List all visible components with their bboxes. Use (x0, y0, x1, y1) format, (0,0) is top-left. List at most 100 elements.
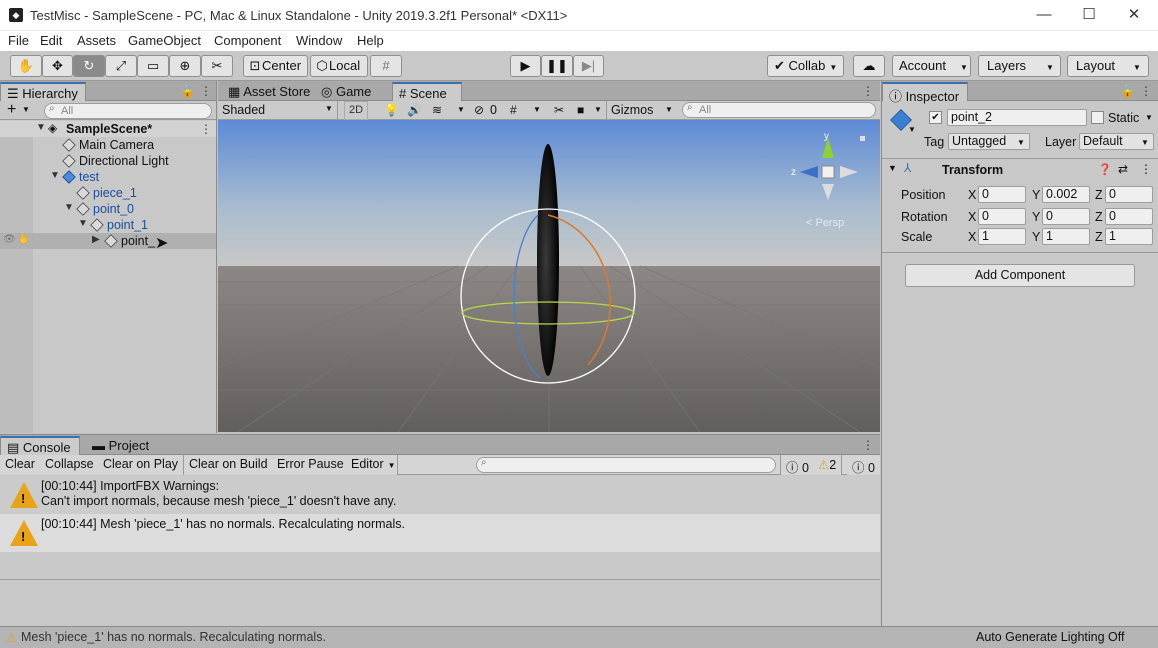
pause-button[interactable]: ❚❚ (541, 55, 573, 77)
hierarchy-search-input[interactable]: All (44, 103, 212, 119)
projection-label[interactable]: < Persp (806, 217, 844, 229)
effects-toggle-icon[interactable]: ≋ (432, 103, 442, 117)
kebab-menu-icon[interactable]: ⋮ (1140, 162, 1152, 176)
clear-button[interactable]: Clear (0, 455, 41, 475)
hierarchy-row-point-2[interactable]: 👁 ✋ ▶ point_ ➤ (0, 233, 216, 252)
menu-file[interactable]: File (8, 33, 29, 48)
maximize-button[interactable]: ☐ (1066, 2, 1112, 30)
chevron-down-icon[interactable]: ▼ (888, 163, 897, 173)
scene-viewport[interactable]: y z < Persp (218, 120, 880, 432)
shading-mode-dropdown[interactable]: Shaded ▼ (218, 101, 338, 120)
2d-toggle[interactable]: 2D (344, 101, 368, 120)
hand-tool-button[interactable]: ✋ (10, 55, 42, 77)
scale-x-field[interactable]: 1 (978, 228, 1026, 245)
tab-asset-store[interactable]: ▦ Asset Store (222, 82, 316, 101)
layer-dropdown[interactable]: Default ▼ (1079, 133, 1154, 150)
collab-dropdown[interactable]: ✔ Collab ▼ (767, 55, 844, 77)
tab-inspector[interactable]: ⓘ Inspector (882, 82, 968, 104)
play-button[interactable]: ▶ (510, 55, 541, 77)
chevron-down-icon[interactable]: ▼ (594, 105, 602, 114)
kebab-menu-icon[interactable]: ⋮ (862, 438, 874, 452)
lighting-status[interactable]: Auto Generate Lighting Off (976, 630, 1124, 644)
hierarchy-row-point-1[interactable]: ▼ point_1 (0, 217, 216, 233)
editor-dropdown[interactable]: Editor ▼ (346, 455, 398, 475)
clear-on-build-button[interactable]: Clear on Build (184, 455, 274, 475)
audio-toggle-icon[interactable]: 🔊 (407, 103, 422, 117)
pivot-local-button[interactable]: ⬡Local (310, 55, 368, 77)
object-name-input[interactable]: point_2 (947, 109, 1087, 126)
grid-snap-button[interactable]: # (370, 55, 402, 77)
chevron-down-icon[interactable]: ▼ (64, 202, 74, 213)
tab-project[interactable]: ▬ Project (86, 436, 155, 455)
eye-icon[interactable]: 👁 (3, 234, 16, 245)
hierarchy-row-directional-light[interactable]: Directional Light (0, 153, 216, 169)
rotate-tool-button[interactable]: ↻ (73, 55, 105, 77)
rotation-z-field[interactable]: 0 (1105, 208, 1153, 225)
position-y-field[interactable]: 0.002 (1042, 186, 1090, 203)
scale-tool-button[interactable]: ⤢ (105, 55, 137, 77)
error-filter-toggle[interactable]: ⓘ 0 (847, 455, 880, 475)
layout-dropdown[interactable]: Layout ▼ (1067, 55, 1149, 77)
menu-component[interactable]: Component (214, 33, 281, 48)
position-x-field[interactable]: 0 (978, 186, 1026, 203)
chevron-down-icon[interactable]: ▼ (50, 170, 60, 181)
console-search-input[interactable] (476, 457, 776, 473)
grid-toggle-icon[interactable]: # (510, 103, 517, 117)
tools-icon[interactable]: ✂ (554, 103, 564, 117)
chevron-right-icon[interactable]: ▶ (92, 234, 100, 245)
tab-scene[interactable]: # Scene (392, 82, 462, 101)
step-button[interactable]: ▶| (573, 55, 604, 77)
error-pause-button[interactable]: Error Pause (272, 455, 350, 475)
warning-filter-toggle[interactable]: ⚠2 (813, 455, 843, 475)
tab-game[interactable]: ◎ Game (315, 82, 377, 101)
menu-help[interactable]: Help (357, 33, 384, 48)
menu-window[interactable]: Window (296, 33, 342, 48)
clear-on-play-button[interactable]: Clear on Play (98, 455, 185, 475)
static-checkbox[interactable] (1091, 111, 1104, 124)
transform-header[interactable]: ▼ ⅄ Transform ❓ ⇄ ⋮ (882, 158, 1158, 180)
hierarchy-row-scene[interactable]: ▼ ◈ SampleScene* ⋮ (0, 121, 216, 137)
rotation-y-field[interactable]: 0 (1042, 208, 1090, 225)
lock-icon[interactable]: 🔒 (1120, 84, 1135, 98)
tab-console[interactable]: ▤ Console (0, 436, 80, 455)
kebab-menu-icon[interactable]: ⋮ (200, 122, 212, 136)
camera-icon[interactable]: ■ (577, 103, 584, 117)
chevron-down-icon[interactable]: ▼ (533, 105, 541, 114)
account-dropdown[interactable]: Account ▼ (892, 55, 971, 77)
hierarchy-row-test[interactable]: ▼ test (0, 169, 216, 185)
hidden-objects-icon[interactable]: ⊘ (474, 103, 484, 117)
chevron-down-icon[interactable]: ▼ (1145, 113, 1153, 122)
help-icon[interactable]: ❓ (1098, 163, 1112, 176)
transform-tool-button[interactable]: ⊕ (169, 55, 201, 77)
add-component-button[interactable]: Add Component (905, 264, 1135, 287)
console-message[interactable]: ! [00:10:44] Mesh 'piece_1' has no norma… (0, 514, 880, 552)
move-tool-button[interactable]: ✥ (42, 55, 73, 77)
kebab-menu-icon[interactable]: ⋮ (200, 84, 212, 98)
hierarchy-row-point-0[interactable]: ▼ point_0 (0, 201, 216, 217)
close-button[interactable]: ✕ (1111, 2, 1157, 30)
add-button[interactable]: + (7, 101, 16, 119)
position-z-field[interactable]: 0 (1105, 186, 1153, 203)
tag-dropdown[interactable]: Untagged ▼ (948, 133, 1030, 150)
minimize-button[interactable]: — (1021, 2, 1067, 30)
scale-z-field[interactable]: 1 (1105, 228, 1153, 245)
console-message[interactable]: ! [00:10:44] ImportFBX Warnings: Can't i… (0, 476, 880, 514)
layers-dropdown[interactable]: Layers ▼ (978, 55, 1061, 77)
info-filter-toggle[interactable]: ⓘ 0 (780, 455, 815, 475)
collapse-button[interactable]: Collapse (40, 455, 100, 475)
chevron-down-icon[interactable]: ▼ (36, 122, 46, 133)
lighting-toggle-icon[interactable]: 💡 (384, 103, 399, 117)
status-message[interactable]: Mesh 'piece_1' has no normals. Recalcula… (21, 630, 326, 644)
gizmos-dropdown[interactable]: Gizmos ▼ (606, 101, 676, 120)
lock-icon[interactable]: 🔒 (180, 84, 195, 98)
chevron-down-icon[interactable]: ▼ (22, 105, 30, 114)
rect-tool-button[interactable]: ▭ (137, 55, 169, 77)
menu-edit[interactable]: Edit (40, 33, 62, 48)
tab-hierarchy[interactable]: ☰ Hierarchy (0, 82, 86, 101)
chevron-down-icon[interactable]: ▼ (457, 105, 465, 114)
chevron-down-icon[interactable]: ▼ (78, 218, 88, 229)
kebab-menu-icon[interactable]: ⋮ (862, 84, 874, 98)
custom-tool-button[interactable]: ✂ (201, 55, 233, 77)
pivot-center-button[interactable]: ⊡ Center (243, 55, 308, 77)
scene-search-input[interactable]: All (682, 102, 876, 118)
